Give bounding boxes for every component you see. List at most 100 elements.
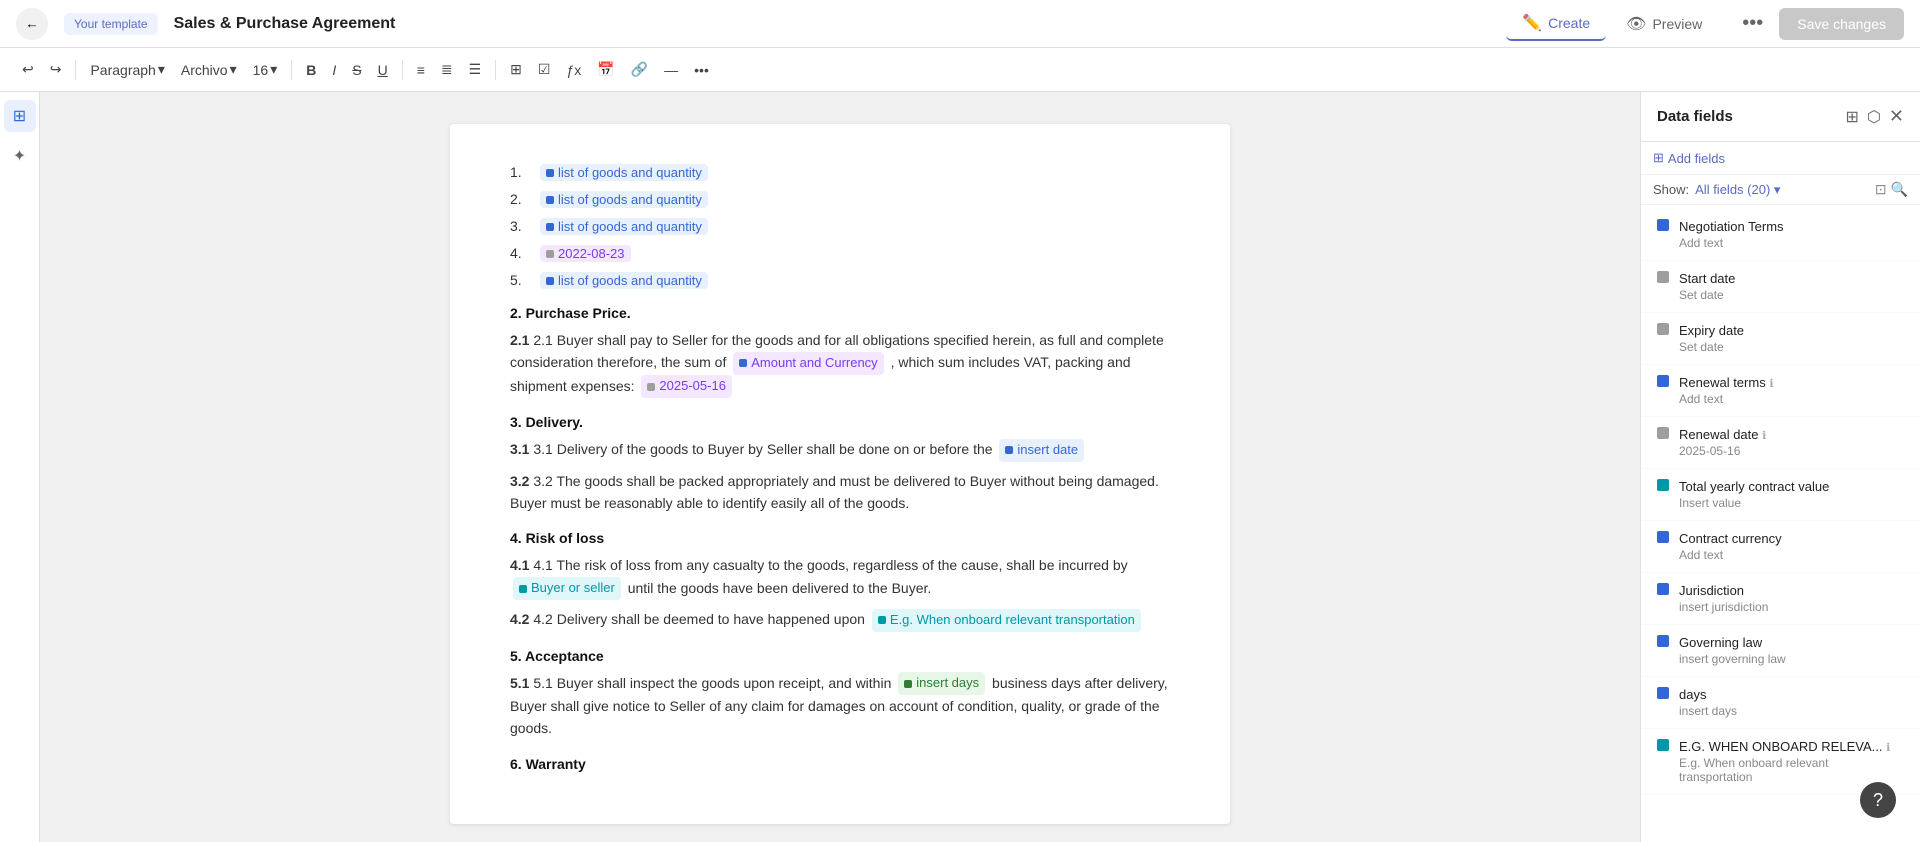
tab-create[interactable]: ✏️ Create	[1506, 7, 1606, 41]
field-value: Insert value	[1679, 496, 1904, 510]
undo-button[interactable]: ↩	[16, 57, 40, 82]
chip-dot	[647, 383, 655, 391]
date-chip-2[interactable]: 2025-05-16	[641, 375, 732, 398]
tab-preview[interactable]: 👁 Preview	[1610, 8, 1718, 40]
date-chip-4[interactable]: 2022-08-23	[540, 245, 631, 262]
bold-button[interactable]: B	[300, 58, 322, 82]
preview-icon: 👁	[1626, 14, 1646, 34]
calendar-button[interactable]: 📅	[591, 57, 620, 82]
filter-show-label: Show:	[1653, 182, 1689, 197]
fields-list: Negotiation Terms Add text Start date Se…	[1641, 205, 1920, 842]
editor-area[interactable]: 1. list of goods and quantity 2. list of…	[40, 92, 1640, 842]
para-num: 3.1	[510, 441, 533, 457]
list-num: 4.	[510, 245, 534, 261]
panel-left-button[interactable]: ⬡	[1867, 107, 1881, 127]
save-button[interactable]: Save changes	[1779, 8, 1904, 40]
panel-settings-button[interactable]: ⊞	[1846, 107, 1859, 127]
help-button[interactable]: ?	[1860, 782, 1896, 818]
para-num: 3.2	[510, 473, 533, 489]
main-layout: ⊞ ✦ 1. list of goods and quantity 2. lis…	[0, 92, 1920, 842]
goods-chip-3[interactable]: list of goods and quantity	[540, 218, 708, 235]
field-item-content: Renewal terms ℹ Add text	[1679, 375, 1904, 406]
field-name: Governing law	[1679, 635, 1904, 650]
chip-label: list of goods and quantity	[558, 165, 702, 180]
field-dot	[1657, 687, 1669, 699]
onboard-chip[interactable]: E.g. When onboard relevant transportatio…	[872, 609, 1141, 632]
minus-button[interactable]: —	[658, 58, 684, 82]
strikethrough-button[interactable]: S	[346, 58, 367, 82]
chip-dot	[546, 277, 554, 285]
italic-button[interactable]: I	[326, 58, 342, 82]
field-name: Expiry date	[1679, 323, 1904, 338]
field-name: E.G. WHEN ONBOARD RELEVA... ℹ	[1679, 739, 1904, 754]
more-button[interactable]: •••	[1734, 8, 1771, 39]
paragraph-select[interactable]: Paragraph ▾	[84, 57, 170, 82]
checkbox-button[interactable]: ☑	[532, 57, 557, 82]
align-icon: ≡	[417, 62, 425, 78]
list-num: 5.	[510, 272, 534, 288]
buyer-seller-chip[interactable]: Buyer or seller	[513, 577, 621, 600]
font-select[interactable]: Archivo ▾	[175, 57, 243, 82]
back-button[interactable]: ←	[16, 8, 48, 40]
panel-close-button[interactable]: ✕	[1889, 106, 1904, 127]
filter-icon-1[interactable]: ⊡	[1875, 181, 1887, 198]
field-dot	[1657, 375, 1669, 387]
ordered-list-icon: ≣	[441, 61, 453, 78]
insert-date-chip[interactable]: insert date	[999, 439, 1084, 462]
left-panel-fields-button[interactable]: ⊞	[4, 100, 36, 132]
align-button[interactable]: ≡	[411, 58, 431, 82]
formula-button[interactable]: ƒx	[560, 58, 587, 82]
field-value: Add text	[1679, 392, 1904, 406]
list-num: 1.	[510, 164, 534, 180]
redo-button[interactable]: ↪	[44, 57, 68, 82]
strikethrough-icon: S	[352, 62, 361, 78]
font-label: Archivo	[181, 62, 228, 78]
amount-chip[interactable]: Amount and Currency	[733, 352, 883, 375]
more-toolbar-button[interactable]: •••	[688, 58, 715, 82]
list-item: 1. list of goods and quantity	[510, 164, 1170, 181]
minus-icon: —	[664, 62, 678, 78]
toolbar: ↩ ↪ Paragraph ▾ Archivo ▾ 16 ▾ B I S U ≡…	[0, 48, 1920, 92]
field-item-content: Total yearly contract value Insert value	[1679, 479, 1904, 510]
field-dot	[1657, 635, 1669, 647]
field-dot	[1657, 479, 1669, 491]
goods-chip-5[interactable]: list of goods and quantity	[540, 272, 708, 289]
section-4-heading: 4. Risk of loss	[510, 530, 1170, 546]
bullet-list-button[interactable]: ☰	[463, 57, 488, 82]
chip-label: 2022-08-23	[558, 246, 625, 261]
field-value: insert days	[1679, 704, 1904, 718]
field-dot	[1657, 739, 1669, 751]
undo-icon: ↩	[22, 61, 34, 78]
divider-4	[495, 60, 496, 80]
chip-dot	[546, 250, 554, 258]
field-item-content: Contract currency Add text	[1679, 531, 1904, 562]
section-2-heading: 2. Purchase Price.	[510, 305, 1170, 321]
doc-title: Sales & Purchase Agreement	[174, 15, 1491, 33]
add-fields-button[interactable]: ⊞ Add fields	[1653, 150, 1725, 166]
field-item-content: days insert days	[1679, 687, 1904, 718]
table-button[interactable]: ⊞	[504, 57, 528, 82]
field-item-renewal-date: Renewal date ℹ 2025-05-16	[1641, 417, 1920, 469]
size-label: 16	[253, 62, 269, 78]
ordered-list-button[interactable]: ≣	[435, 57, 459, 82]
chevron-down-icon: ▾	[270, 61, 277, 78]
left-panel-style-button[interactable]: ✦	[4, 140, 36, 172]
field-item-start-date: Start date Set date	[1641, 261, 1920, 313]
field-value: Add text	[1679, 548, 1904, 562]
field-name: Negotiation Terms	[1679, 219, 1904, 234]
filter-icon-2[interactable]: 🔍	[1891, 181, 1908, 198]
para-num: 4.1	[510, 557, 533, 573]
table-icon: ⊞	[510, 61, 522, 78]
underline-button[interactable]: U	[372, 58, 394, 82]
para-3-1: 3.1 3.1 Delivery of the goods to Buyer b…	[510, 438, 1170, 461]
chevron-down-icon: ▾	[230, 61, 237, 78]
filter-select[interactable]: All fields (20) ▾	[1695, 182, 1780, 198]
link-button[interactable]: 🔗	[625, 57, 654, 82]
goods-chip-1[interactable]: list of goods and quantity	[540, 164, 708, 181]
list-item: 3. list of goods and quantity	[510, 218, 1170, 235]
days-chip[interactable]: insert days	[898, 672, 985, 695]
field-item-jurisdiction: Jurisdiction insert jurisdiction	[1641, 573, 1920, 625]
goods-chip-2[interactable]: list of goods and quantity	[540, 191, 708, 208]
size-select[interactable]: 16 ▾	[247, 57, 284, 82]
right-panel: Data fields ⊞ ⬡ ✕ ⊞ Add fields Show: All…	[1640, 92, 1920, 842]
